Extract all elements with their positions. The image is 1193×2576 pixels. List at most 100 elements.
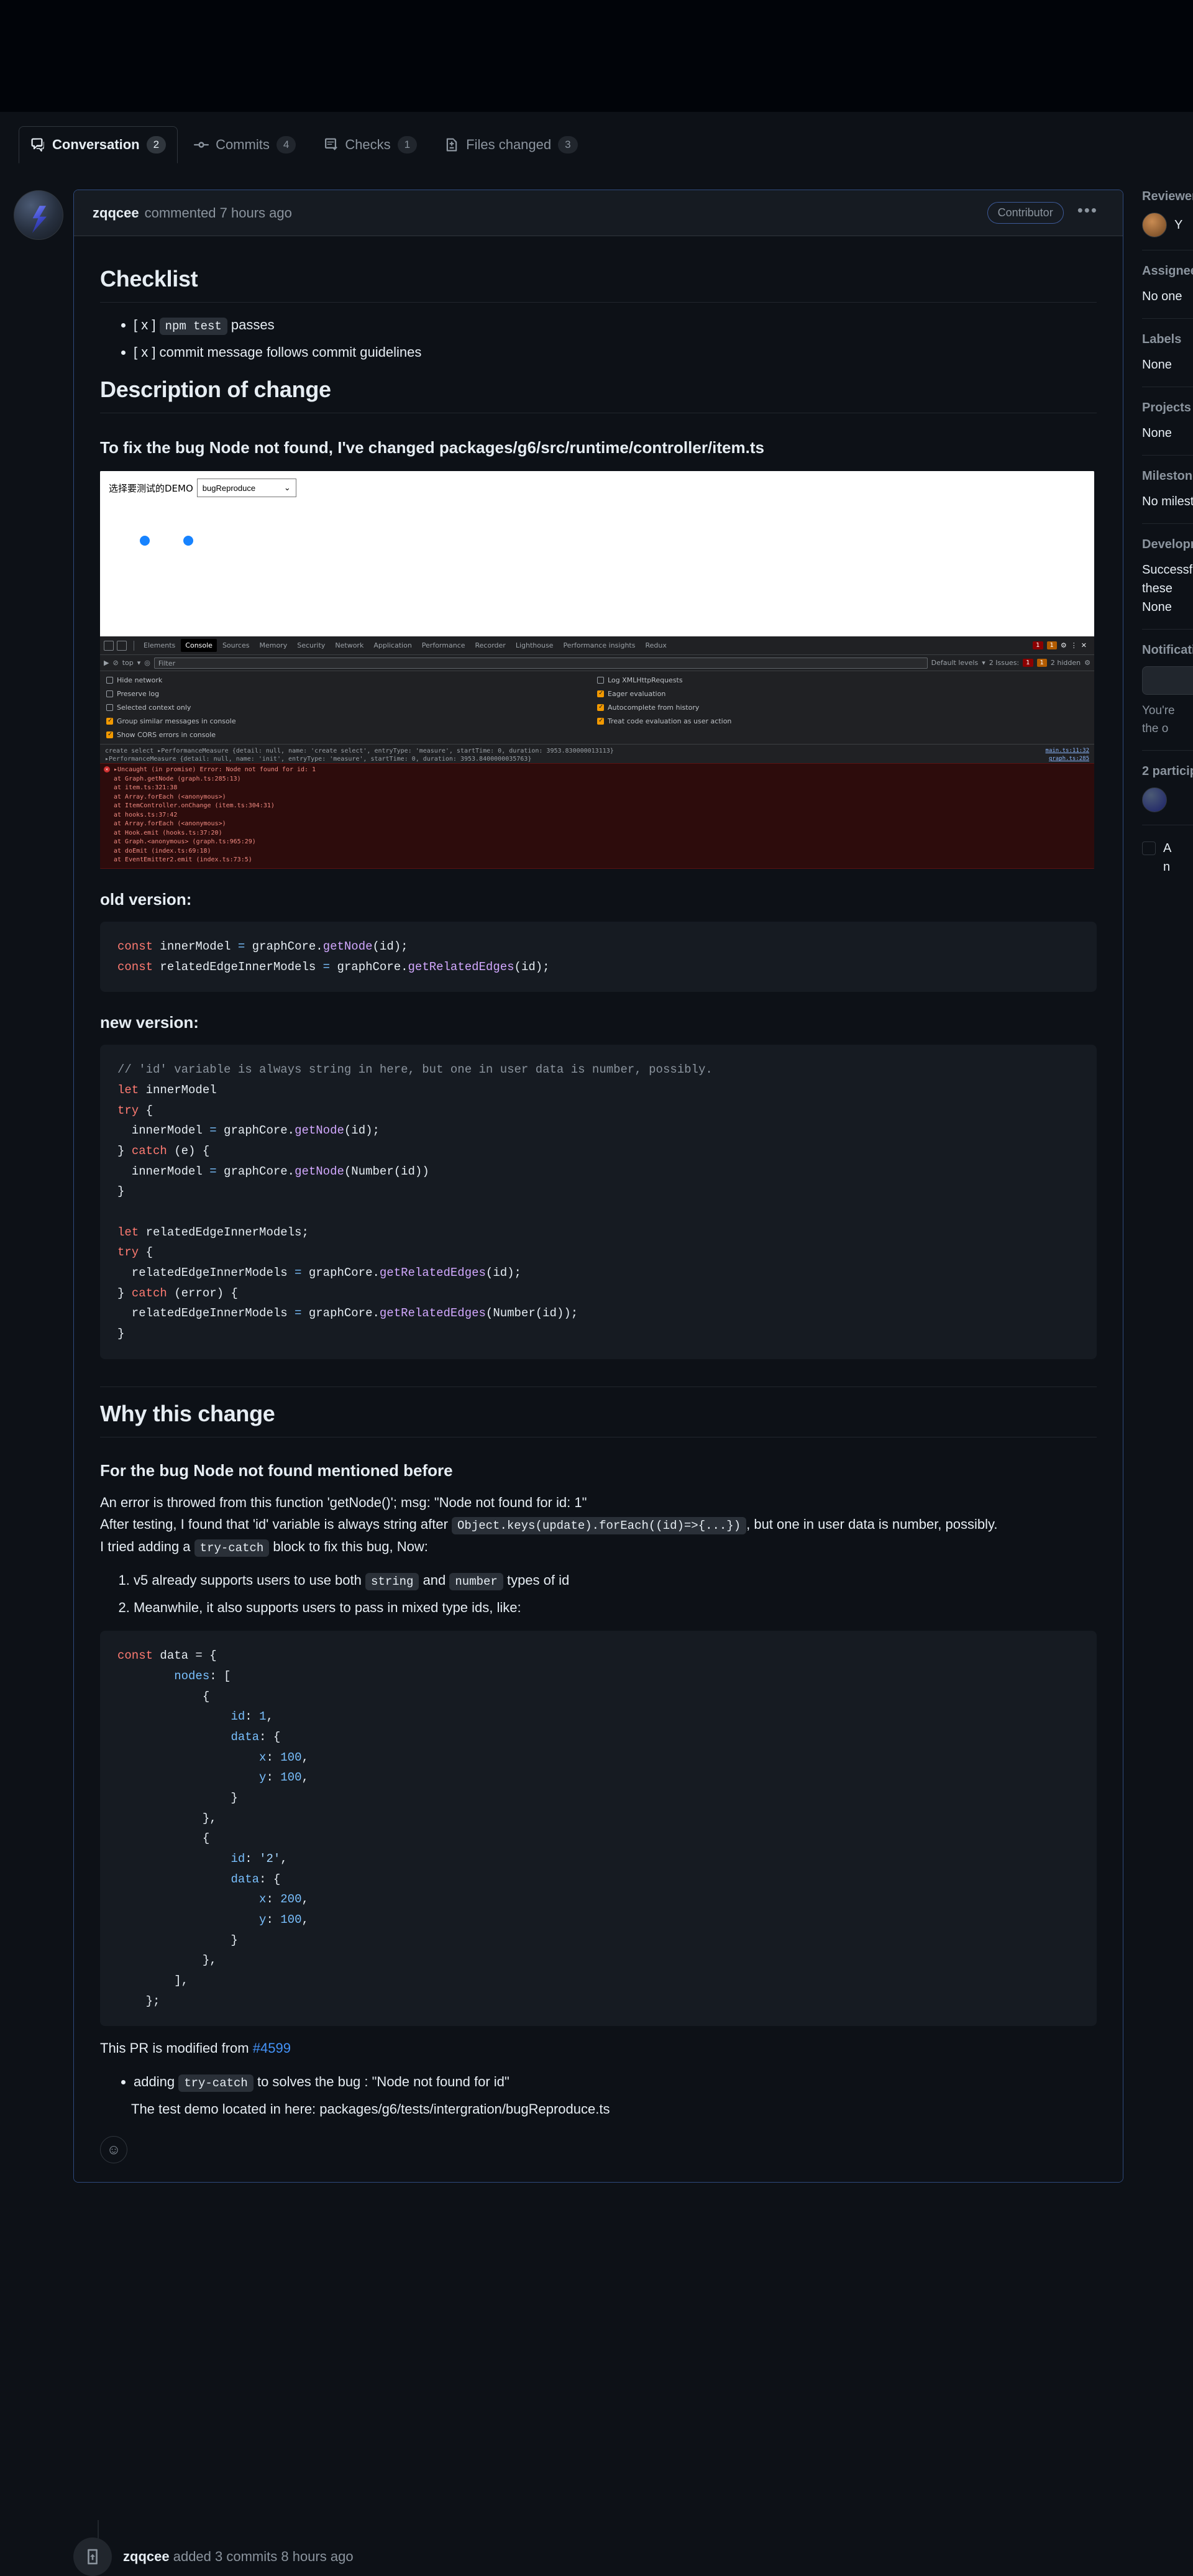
console-stack-frame[interactable]: at EventEmitter2.emit (index.ts:73:5) bbox=[100, 856, 1094, 865]
console-filter-input[interactable]: Filter bbox=[153, 657, 928, 669]
tab-label: Checks bbox=[345, 137, 391, 152]
devtools-tab-redux[interactable]: Redux bbox=[641, 639, 670, 652]
sidebar-title[interactable]: Reviewers bbox=[1142, 190, 1193, 204]
devtools-tab-lighthouse[interactable]: Lighthouse bbox=[511, 639, 558, 652]
console-stack-frame[interactable]: at Graph.getNode (graph.ts:285:13) bbox=[100, 775, 1094, 784]
demo-select[interactable]: bugReproduce ⌄ bbox=[196, 479, 296, 498]
devtools-tab-sources[interactable]: Sources bbox=[218, 639, 254, 652]
sidebar-title[interactable]: Development bbox=[1142, 538, 1193, 552]
console-stack-frame[interactable]: at doEmit (index.ts:69:18) bbox=[100, 847, 1094, 856]
device-toolbar-icon[interactable] bbox=[117, 640, 127, 651]
devtools-tab-console[interactable]: Console bbox=[181, 639, 217, 653]
warning-count-badge[interactable]: 1 bbox=[1046, 641, 1057, 650]
tab-conversation[interactable]: Conversation 2 bbox=[19, 126, 178, 163]
code-line: const innerModel = graphCore.getNode(id)… bbox=[117, 939, 408, 953]
checkbox-checked-icon bbox=[106, 731, 113, 739]
devtools-tabbar: Elements Console Sources Memory Security… bbox=[100, 636, 1094, 656]
checkbox-icon bbox=[597, 677, 604, 684]
checklist-list: [ x ] npm test passes [ x ] commit messa… bbox=[100, 314, 1097, 363]
why-text-3b: block to fix this bug, Now: bbox=[273, 1539, 428, 1555]
console-option-cors-errors[interactable]: Show CORS errors in console bbox=[106, 731, 597, 739]
devtools-tab-network[interactable]: Network bbox=[331, 639, 368, 652]
context-selector[interactable]: top bbox=[122, 659, 134, 667]
inline-code: try-catch bbox=[178, 2074, 254, 2092]
code-line: }, bbox=[117, 1811, 217, 1825]
console-log-text: ▸PerformanceMeasure {detail: null, name:… bbox=[105, 756, 532, 763]
issues-warning-count: 1 bbox=[1036, 659, 1047, 667]
tab-files-changed[interactable]: Files changed 3 bbox=[433, 126, 588, 163]
add-reaction-button[interactable]: ☺ bbox=[100, 2136, 127, 2164]
inline-code: npm test bbox=[159, 318, 227, 335]
devtools-tab-memory[interactable]: Memory bbox=[255, 639, 291, 652]
code-line: innerModel = graphCore.getNode(id); bbox=[117, 1124, 380, 1138]
sidebar-title[interactable]: Milestone bbox=[1142, 469, 1193, 484]
comment-author[interactable]: zqqcee bbox=[93, 205, 139, 221]
console-stack-frame[interactable]: at Graph.<anonymous> (graph.ts:965:29) bbox=[100, 838, 1094, 847]
lock-conversation-row[interactable]: A bbox=[1142, 839, 1193, 858]
reviewer-row: Y bbox=[1142, 213, 1193, 237]
console-stack-frame[interactable]: at hooks.ts:37:42 bbox=[100, 811, 1094, 820]
devtools-tab-security[interactable]: Security bbox=[293, 639, 329, 652]
console-stack-frame[interactable]: at ItemController.onChange (item.ts:304:… bbox=[100, 802, 1094, 811]
sidebar-title[interactable]: Labels bbox=[1142, 332, 1193, 347]
devtools-tab-performance[interactable]: Performance bbox=[418, 639, 470, 652]
console-source-link[interactable]: graph.ts:285 bbox=[1049, 756, 1089, 762]
error-count-badge[interactable]: 1 bbox=[1033, 641, 1043, 650]
code-line: ], bbox=[117, 1973, 189, 1987]
console-error-message[interactable]: ▸Uncaught (in promise) Error: Node not f… bbox=[100, 766, 1094, 775]
checkbox-icon[interactable] bbox=[1142, 841, 1156, 855]
console-option-hide-network[interactable]: Hide network bbox=[106, 676, 597, 684]
pr-reference-link[interactable]: #4599 bbox=[253, 2040, 291, 2056]
console-settings-icon[interactable]: ⚙ bbox=[1084, 659, 1090, 667]
tab-commits[interactable]: Commits 4 bbox=[183, 126, 307, 163]
kebab-menu-icon[interactable]: ••• bbox=[1077, 202, 1098, 221]
close-icon[interactable]: ✕ bbox=[1081, 641, 1087, 649]
filter-settings-icon[interactable]: ◎ bbox=[144, 659, 150, 667]
issues-label[interactable]: 2 Issues: bbox=[989, 659, 1019, 667]
hidden-messages-label: 2 hidden bbox=[1050, 659, 1081, 667]
devtools-tab-elements[interactable]: Elements bbox=[139, 639, 180, 652]
sidebar-title[interactable]: Projects bbox=[1142, 401, 1193, 415]
console-stack-frame[interactable]: at Hook.emit (hooks.ts:37:20) bbox=[100, 829, 1094, 838]
development-value-line1: Successfully merging bbox=[1142, 563, 1193, 577]
tab-checks[interactable]: Checks 1 bbox=[312, 126, 428, 163]
console-stack-frame[interactable]: at item.ts:321:38 bbox=[100, 784, 1094, 793]
devtools-tab-recorder[interactable]: Recorder bbox=[471, 639, 510, 652]
console-log-text: create select ▸PerformanceMeasure {detai… bbox=[105, 748, 614, 755]
why-text-3a: I tried adding a bbox=[100, 1539, 191, 1555]
timeline-author[interactable]: zqqcee bbox=[123, 2549, 170, 2564]
console-option-selected-context[interactable]: Selected context only bbox=[106, 704, 597, 712]
reviewer-name[interactable]: Y bbox=[1174, 216, 1182, 234]
inspect-element-icon[interactable] bbox=[104, 640, 114, 651]
sidebar-section-lock: A n bbox=[1142, 825, 1193, 889]
console-log-output: main.ts:11:32 create select ▸Performance… bbox=[100, 745, 1094, 869]
unsubscribe-button[interactable] bbox=[1142, 666, 1193, 695]
embedded-screenshot: 选择要测试的DEMO bugReproduce ⌄ Elements Conso… bbox=[100, 471, 1094, 869]
log-levels-selector[interactable]: Default levels bbox=[931, 659, 979, 667]
sidebar-section-projects: Projects None bbox=[1142, 387, 1193, 456]
devtools-tab-performance-insights[interactable]: Performance insights bbox=[559, 639, 639, 652]
execute-icon[interactable]: ▶ bbox=[104, 659, 109, 667]
console-option-log-xhr[interactable]: Log XMLHttpRequests bbox=[597, 676, 1088, 684]
avatar[interactable] bbox=[1142, 213, 1167, 237]
sidebar-title[interactable]: Assignees bbox=[1142, 264, 1193, 278]
gear-icon[interactable]: ⚙ bbox=[1061, 641, 1067, 649]
lock-label-line1: A bbox=[1163, 841, 1172, 855]
console-option-preserve-log[interactable]: Preserve log bbox=[106, 690, 597, 698]
ol-text-1a: v5 already supports users to use both bbox=[134, 1572, 362, 1588]
code-line: data: { bbox=[231, 1730, 281, 1744]
more-options-icon[interactable]: ⋮ bbox=[1071, 641, 1077, 649]
heading-description: Description of change bbox=[100, 377, 1097, 414]
avatar[interactable] bbox=[14, 190, 63, 240]
console-option-eager-evaluation[interactable]: Eager evaluation bbox=[597, 690, 1088, 698]
console-source-link[interactable]: main.ts:11:32 bbox=[1046, 748, 1089, 754]
console-option-treat-eval[interactable]: Treat code evaluation as user action bbox=[597, 717, 1088, 725]
checkbox-checked-icon bbox=[106, 717, 113, 725]
checkbox-icon bbox=[106, 704, 113, 712]
avatar[interactable] bbox=[1142, 787, 1167, 812]
devtools-tab-application[interactable]: Application bbox=[369, 639, 416, 652]
timeline-event-row: zqqcee added 3 commits 8 hours ago bbox=[73, 2537, 354, 2576]
clear-console-icon[interactable]: ⊘ bbox=[112, 659, 118, 667]
console-option-group-similar[interactable]: Group similar messages in console bbox=[106, 717, 597, 725]
console-option-autocomplete[interactable]: Autocomplete from history bbox=[597, 704, 1088, 712]
